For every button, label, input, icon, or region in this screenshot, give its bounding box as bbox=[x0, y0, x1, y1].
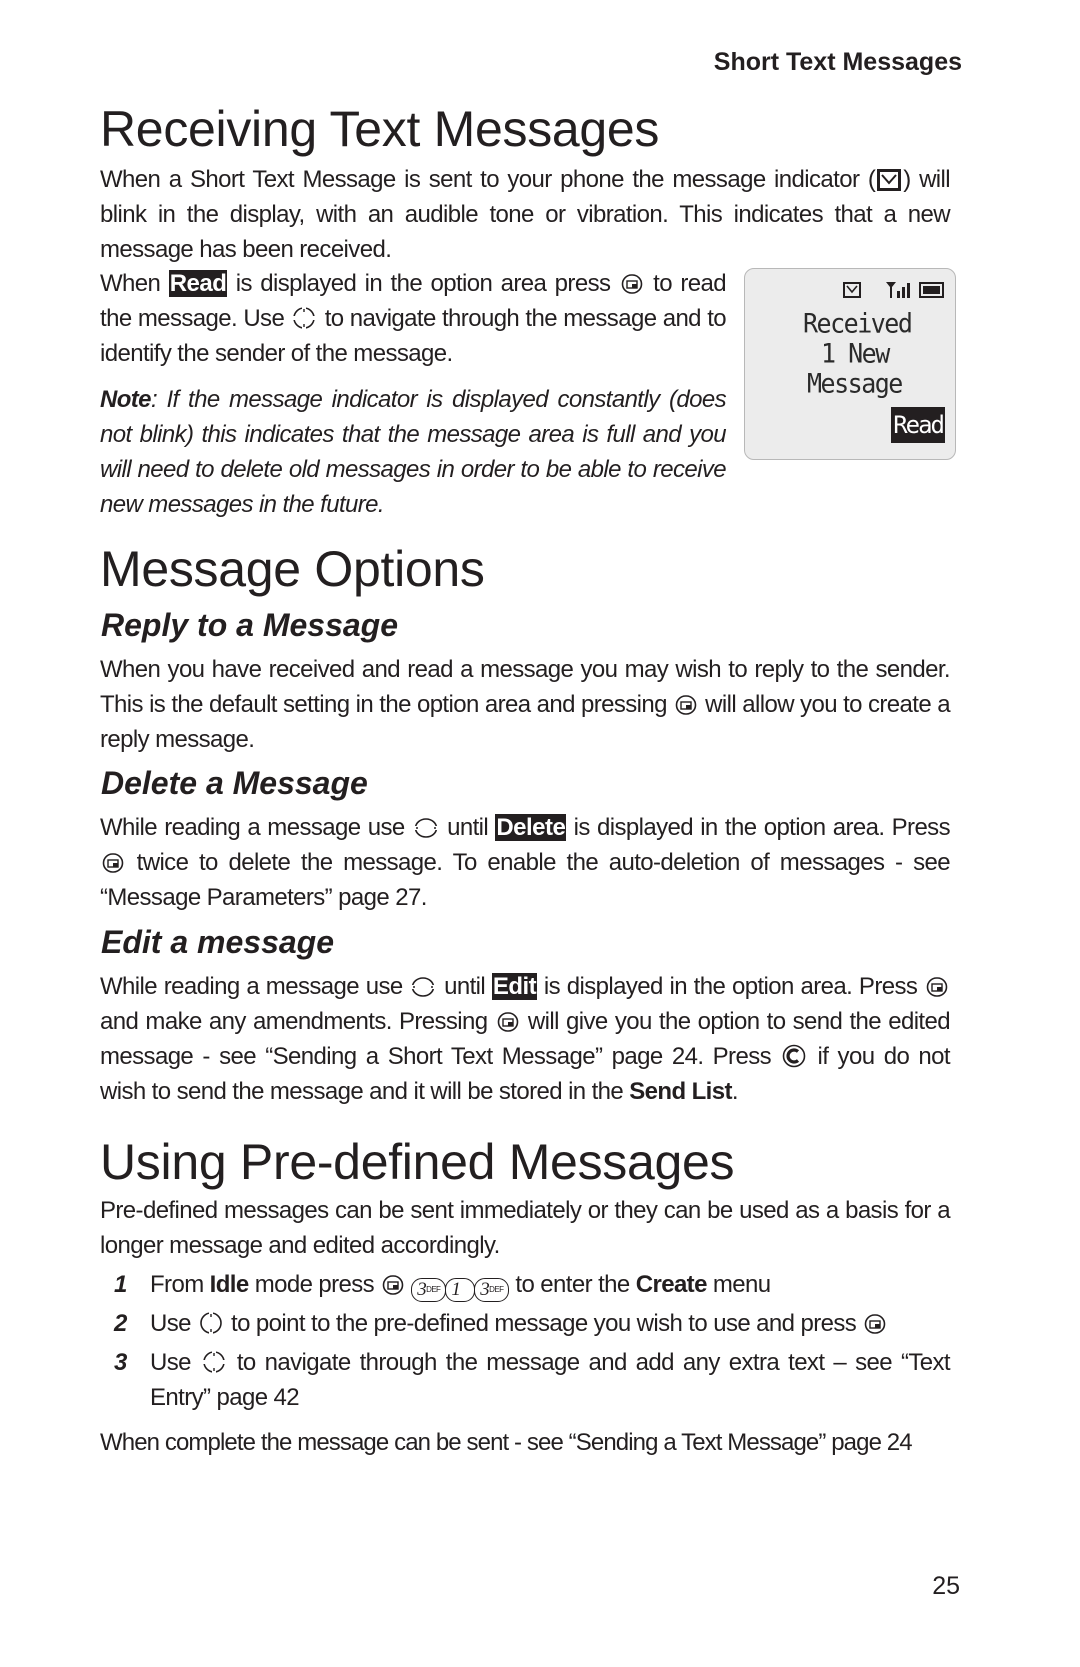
paragraph-read: When Read is displayed in the option are… bbox=[100, 266, 727, 371]
text: menu bbox=[706, 1271, 771, 1298]
paragraph-indicator: When a Short Text Message is sent to you… bbox=[100, 162, 951, 267]
display-line-new-count: 1 New bbox=[821, 338, 890, 369]
note: Note: If the message indicator is displa… bbox=[100, 382, 727, 522]
scroll-key-icon bbox=[413, 818, 438, 838]
scroll-key-icon bbox=[411, 977, 436, 997]
subheading-reply: Reply to a Message bbox=[101, 607, 398, 643]
nav-key-icon bbox=[293, 307, 316, 329]
text: When bbox=[100, 270, 169, 297]
idle-label: Idle bbox=[209, 1271, 250, 1298]
battery-icon bbox=[919, 282, 944, 298]
step-text: From Idle mode press 3DEF 1 3DEF to enter … bbox=[150, 1267, 950, 1302]
text: . bbox=[731, 1078, 739, 1105]
select-key-icon bbox=[926, 977, 948, 997]
paragraph-reply: When you have received and read a messag… bbox=[100, 652, 951, 757]
heading-receiving: Receiving Text Messages bbox=[100, 101, 660, 157]
display-softkey-read: Read bbox=[891, 407, 945, 443]
key-1-icon: 1 bbox=[445, 1278, 476, 1302]
step-number: 3 bbox=[114, 1349, 127, 1376]
phone-display-illustration: Received 1 New Message Read bbox=[744, 268, 956, 460]
text: to enter the bbox=[509, 1271, 636, 1298]
key-digit: 1 bbox=[451, 1279, 461, 1300]
delete-softkey-label: Delete bbox=[495, 814, 567, 841]
envelope-icon bbox=[877, 169, 902, 191]
text: From bbox=[150, 1271, 210, 1298]
select-key-icon bbox=[497, 1012, 519, 1032]
select-key-icon bbox=[621, 274, 643, 294]
nav-key-icon bbox=[202, 1351, 225, 1373]
step-text: Use to navigate through the message and … bbox=[150, 1345, 951, 1415]
create-label: Create bbox=[635, 1271, 708, 1298]
text: and make any amendments. Pressing bbox=[100, 1008, 495, 1035]
select-key-icon bbox=[864, 1314, 886, 1334]
display-line-message: Message bbox=[807, 368, 903, 399]
text: to point to the pre-defined message you … bbox=[224, 1310, 863, 1337]
text: When a Short Text Message is sent to you… bbox=[100, 166, 876, 193]
note-label: Note bbox=[100, 386, 152, 413]
nav-key-icon bbox=[200, 1312, 222, 1334]
paragraph-edit: While reading a message use until Edit i… bbox=[100, 969, 951, 1109]
text: While reading a message use bbox=[100, 814, 412, 841]
key-digit: 3 bbox=[480, 1279, 490, 1300]
paragraph-closing: When complete the message can be sent - … bbox=[100, 1429, 913, 1456]
key-letters: DEF bbox=[489, 1285, 504, 1294]
step-text: Use to point to the pre-defined message … bbox=[150, 1306, 950, 1341]
subheading-edit: Edit a message bbox=[101, 924, 334, 960]
envelope-icon bbox=[843, 282, 861, 298]
manual-page: Short Text Messages Receiving Text Messa… bbox=[0, 0, 1080, 1667]
text: twice to delete the message. To enable t… bbox=[100, 849, 951, 911]
note-text: : If the message indicator is displayed … bbox=[100, 386, 727, 518]
select-key-icon bbox=[382, 1275, 404, 1295]
display-line-received: Received bbox=[803, 308, 913, 339]
edit-softkey-label: Edit bbox=[491, 973, 538, 1000]
text: until bbox=[439, 814, 496, 841]
key-letters: DEF bbox=[426, 1285, 441, 1294]
heading-message-options: Message Options bbox=[100, 541, 485, 597]
text: is displayed in the option area. Press bbox=[537, 973, 924, 1000]
step-number: 2 bbox=[114, 1310, 127, 1337]
clear-key-icon bbox=[782, 1044, 806, 1068]
page-number: 25 bbox=[932, 1572, 960, 1600]
step-number: 1 bbox=[114, 1271, 127, 1298]
paragraph-predefined-intro: Pre-defined messages can be sent immedia… bbox=[100, 1197, 951, 1259]
key-3-icon: 3DEF bbox=[474, 1278, 510, 1302]
text: is displayed in the option area. Press bbox=[566, 814, 951, 841]
text: While reading a message use bbox=[100, 973, 410, 1000]
text: to navigate through the message and add … bbox=[150, 1349, 951, 1411]
select-key-icon bbox=[102, 853, 124, 873]
select-key-icon bbox=[675, 695, 697, 715]
text: Use bbox=[150, 1310, 197, 1337]
running-head: Short Text Messages bbox=[713, 48, 962, 76]
paragraph-delete: While reading a message use until Delete… bbox=[100, 810, 951, 915]
subheading-delete: Delete a Message bbox=[101, 765, 368, 801]
text: Use bbox=[150, 1349, 200, 1376]
signal-icon bbox=[886, 282, 910, 298]
text: is displayed in the option area press bbox=[227, 270, 619, 297]
text: mode press bbox=[248, 1271, 381, 1298]
key-digit: 3 bbox=[417, 1279, 427, 1300]
text: until bbox=[437, 973, 492, 1000]
key-3-icon: 3DEF bbox=[411, 1278, 447, 1302]
send-list-label: Send List bbox=[629, 1078, 732, 1105]
heading-predefined: Using Pre-defined Messages bbox=[100, 1134, 735, 1190]
read-softkey-label: Read bbox=[168, 270, 228, 297]
